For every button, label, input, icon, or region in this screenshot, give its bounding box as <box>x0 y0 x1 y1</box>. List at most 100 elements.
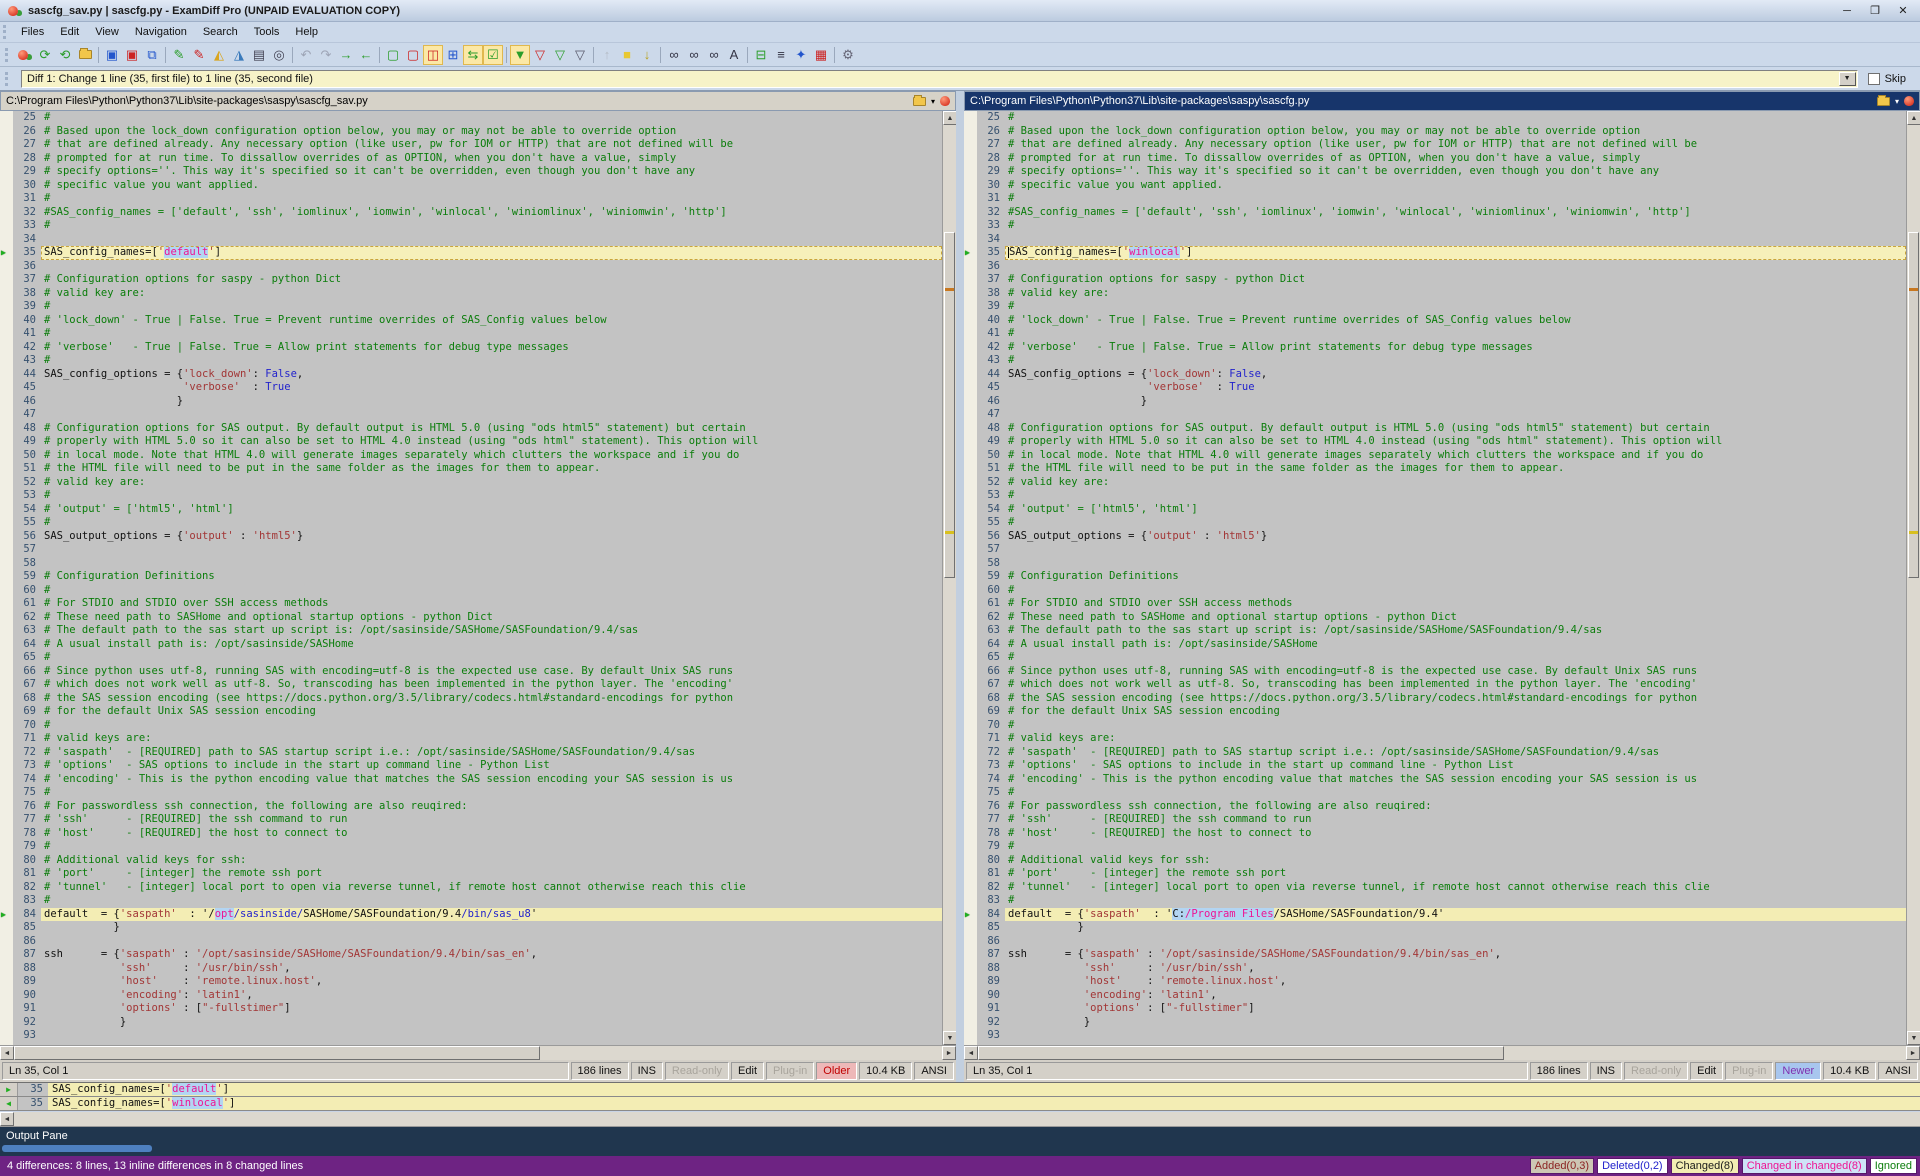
code-line[interactable]: 71# valid keys are: <box>0 732 942 746</box>
code-line[interactable]: 76# For passwordless ssh connection, the… <box>0 800 942 814</box>
code-line[interactable]: 28# prompted for at run time. To dissall… <box>0 152 942 166</box>
scroll-left-icon[interactable]: ◄ <box>0 1112 14 1126</box>
code-line[interactable]: 33# <box>964 219 1906 233</box>
second-vertical-scrollbar[interactable]: ▲ ▼ <box>1906 111 1920 1045</box>
code-line[interactable]: 70# <box>0 719 942 733</box>
code-line[interactable]: 87ssh = {'saspath' : '/opt/sasinside/SAS… <box>964 948 1906 962</box>
code-line[interactable]: 93 <box>964 1029 1906 1043</box>
code-line[interactable]: 30# specific value you want applied. <box>0 179 942 193</box>
code-line[interactable]: 74# 'encoding' - This is the python enco… <box>964 773 1906 787</box>
undo-icon[interactable]: ↶ <box>296 45 316 65</box>
code-line[interactable]: 58 <box>964 557 1906 571</box>
print-icon[interactable]: ▤ <box>249 45 269 65</box>
code-line[interactable]: 77# 'ssh' - [REQUIRED] the ssh command t… <box>0 813 942 827</box>
show-different-icon[interactable]: ▢ <box>403 45 423 65</box>
code-line[interactable]: 64# A usual install path is: /opt/sasins… <box>0 638 942 652</box>
code-line[interactable]: 86 <box>964 935 1906 949</box>
code-line[interactable]: 58 <box>0 557 942 571</box>
show-identical-icon[interactable]: ▢ <box>383 45 403 65</box>
filter-deleted-icon[interactable]: ▽ <box>550 45 570 65</box>
code-line[interactable]: 32#SAS_config_names = ['default', 'ssh',… <box>964 206 1906 220</box>
scroll-thumb[interactable] <box>1908 232 1919 578</box>
code-line[interactable]: 81# 'port' - [integer] the remote ssh po… <box>0 867 942 881</box>
code-line[interactable]: 65# <box>964 651 1906 665</box>
scroll-up-icon[interactable]: ▲ <box>1907 111 1920 125</box>
diff-combo-dropdown-icon[interactable]: ▼ <box>1839 72 1856 86</box>
code-line[interactable]: 83# <box>0 894 942 908</box>
code-line[interactable]: 52# valid key are: <box>964 476 1906 490</box>
code-line[interactable]: 33# <box>0 219 942 233</box>
code-line[interactable]: 76# For passwordless ssh connection, the… <box>964 800 1906 814</box>
code-line[interactable]: 29# specify options=''. This way it's sp… <box>964 165 1906 179</box>
sync-scroll-icon[interactable]: ⇆ <box>463 45 483 65</box>
code-line[interactable]: 75# <box>964 786 1906 800</box>
code-line[interactable]: 38# valid key are: <box>0 287 942 301</box>
menu-files[interactable]: Files <box>13 23 52 41</box>
menu-grip[interactable] <box>3 25 9 39</box>
code-line[interactable]: 39# <box>0 300 942 314</box>
code-line[interactable]: 75# <box>0 786 942 800</box>
code-line[interactable]: 56SAS_output_options = {'output' : 'html… <box>964 530 1906 544</box>
diff-mark[interactable] <box>1909 531 1918 534</box>
second-file-editor[interactable]: 25#26# Based upon the lock_down configur… <box>964 111 1920 1045</box>
save-first-icon[interactable]: ▣ <box>102 45 122 65</box>
code-line[interactable]: 86 <box>0 935 942 949</box>
code-line[interactable]: 49# properly with HTML 5.0 so it can als… <box>964 435 1906 449</box>
code-line[interactable]: 62# These need path to SASHome and optio… <box>0 611 942 625</box>
code-line[interactable]: 91 'options' : ["-fullstimer"] <box>964 1002 1906 1016</box>
second-file-dropdown-icon[interactable]: ▾ <box>1895 97 1899 106</box>
scroll-right-icon[interactable]: ► <box>942 1046 956 1060</box>
code-line[interactable]: 68# the SAS session encoding (see https:… <box>964 692 1906 706</box>
code-line[interactable]: 36 <box>0 260 942 274</box>
next-diff-icon[interactable]: ↓ <box>637 45 657 65</box>
code-line[interactable]: 41# <box>964 327 1906 341</box>
code-line[interactable]: 61# For STDIO and STDIO over SSH access … <box>0 597 942 611</box>
find-prev-icon[interactable]: ∞ <box>704 45 724 65</box>
code-line[interactable]: 48# Configuration options for SAS output… <box>0 422 942 436</box>
redo-icon[interactable]: ↷ <box>316 45 336 65</box>
goto-diff-first-file-icon[interactable]: ▶ <box>0 1083 18 1096</box>
code-line[interactable]: 82# 'tunnel' - [integer] local port to o… <box>964 881 1906 895</box>
diffbar-grip[interactable] <box>5 72 11 86</box>
code-line[interactable]: 80# Additional valid keys for ssh: <box>0 854 942 868</box>
code-line[interactable]: 40# 'lock_down' - True | False. True = P… <box>964 314 1906 328</box>
code-line[interactable]: 51# the HTML file will need to be put in… <box>964 462 1906 476</box>
code-line[interactable]: 80# Additional valid keys for ssh: <box>964 854 1906 868</box>
code-line[interactable]: 45 'verbose' : True <box>0 381 942 395</box>
code-line[interactable]: 42# 'verbose' - True | False. True = All… <box>964 341 1906 355</box>
code-line[interactable]: 92 } <box>964 1016 1906 1030</box>
code-line[interactable]: 93 <box>0 1029 942 1043</box>
scroll-down-icon[interactable]: ▼ <box>943 1031 956 1045</box>
scroll-down-icon[interactable]: ▼ <box>1907 1031 1920 1045</box>
code-line[interactable]: 72# 'saspath' - [REQUIRED] path to SAS s… <box>0 746 942 760</box>
code-line[interactable]: 83# <box>964 894 1906 908</box>
scroll-left-icon[interactable]: ◄ <box>0 1046 14 1060</box>
first-file-editor[interactable]: 25#26# Based upon the lock_down configur… <box>0 111 956 1045</box>
all-panes-icon[interactable]: ⊞ <box>443 45 463 65</box>
diff-mark[interactable] <box>1909 288 1918 291</box>
code-line[interactable]: 65# <box>0 651 942 665</box>
code-line[interactable]: 46 } <box>964 395 1906 409</box>
second-file-header[interactable]: C:\Program Files\Python\Python37\Lib\sit… <box>964 91 1920 111</box>
recompare-file-icon[interactable]: ⟲ <box>55 45 75 65</box>
code-line[interactable]: 42# 'verbose' - True | False. True = All… <box>0 341 942 355</box>
code-line[interactable]: 50# in local mode. Note that HTML 4.0 wi… <box>0 449 942 463</box>
scroll-up-icon[interactable]: ▲ <box>943 111 956 125</box>
code-line[interactable]: 43# <box>964 354 1906 368</box>
pane-splitter[interactable] <box>956 91 964 1082</box>
code-line[interactable]: 73# 'options' - SAS options to include i… <box>964 759 1906 773</box>
code-line[interactable]: 25# <box>0 111 942 125</box>
code-line[interactable]: 31# <box>964 192 1906 206</box>
code-line[interactable]: 85 } <box>964 921 1906 935</box>
split-view-icon[interactable]: ◫ <box>423 45 443 65</box>
edit-second-icon[interactable]: ✎ <box>189 45 209 65</box>
first-horizontal-scrollbar[interactable]: ◄ ► <box>0 1045 956 1060</box>
open-second-file-icon[interactable] <box>1877 97 1890 106</box>
code-line[interactable]: 85 } <box>0 921 942 935</box>
code-line[interactable]: ▶35SAS_config_names=['default'] <box>0 246 942 260</box>
save-diff-report-icon[interactable]: ◭ <box>209 45 229 65</box>
code-line[interactable]: 26# Based upon the lock_down configurati… <box>964 125 1906 139</box>
find-next-icon[interactable]: ∞ <box>684 45 704 65</box>
code-line[interactable]: 66# Since python uses utf-8, running SAS… <box>0 665 942 679</box>
code-line[interactable]: 36 <box>964 260 1906 274</box>
